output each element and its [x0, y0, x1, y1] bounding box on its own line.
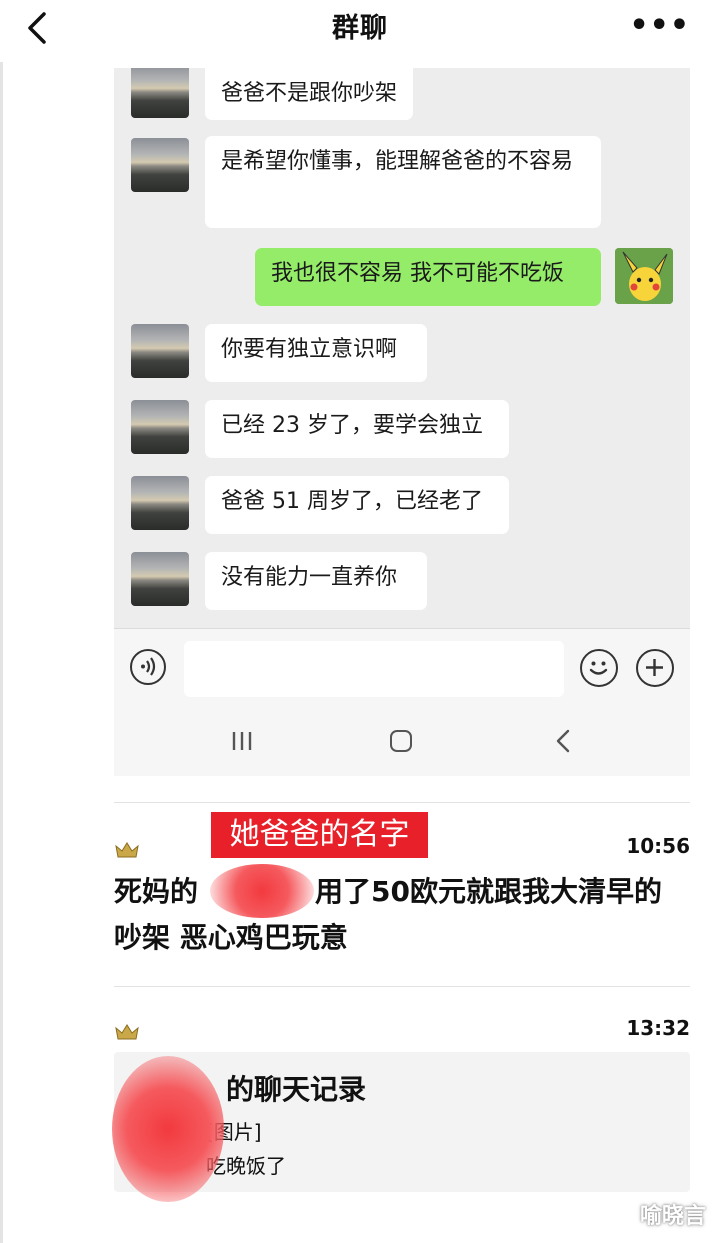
- message-time: 10:56: [626, 834, 690, 858]
- father-avatar: [131, 400, 189, 454]
- voice-input-icon[interactable]: [130, 649, 166, 685]
- divider: [114, 986, 690, 987]
- message-bubble: 是希望你懂事，能理解爸爸的不容易: [205, 136, 601, 228]
- message-input-bar: [114, 628, 690, 711]
- father-avatar: [131, 476, 189, 530]
- more-options-icon[interactable]: •••: [629, 8, 690, 43]
- chat-title: 群聊: [332, 13, 388, 44]
- message-text-line: 死妈的 用了50欧元就跟我大清早的: [114, 866, 704, 918]
- crown-icon: [115, 842, 139, 858]
- message-text-line: 吵架 恶心鸡巴玩意: [114, 921, 348, 954]
- redaction-scribble: [112, 1056, 224, 1202]
- home-icon[interactable]: [390, 730, 412, 752]
- annotation-label: 她爸爸的名字: [211, 812, 428, 858]
- message-bubble: 你要有独立意识啊: [205, 324, 427, 382]
- add-icon[interactable]: [636, 649, 674, 687]
- father-avatar: [131, 552, 189, 606]
- message-text-suffix: 用了50欧元就跟我大清早的: [315, 875, 662, 908]
- card-title: 的聊天记录: [226, 1073, 367, 1106]
- message-bubble: 爸爸不是跟你吵架: [205, 68, 413, 120]
- message-input[interactable]: [184, 641, 564, 697]
- message-text-prefix: 死妈的: [114, 875, 199, 908]
- divider: [0, 62, 3, 1243]
- father-avatar: [131, 324, 189, 378]
- emoji-icon[interactable]: [580, 649, 618, 687]
- nav-back-icon[interactable]: [554, 728, 572, 754]
- father-avatar: [131, 138, 189, 192]
- embedded-chat-screenshot: 爸爸不是跟你吵架 是希望你懂事，能理解爸爸的不容易 我也很不容易 我不可能不吃饭…: [114, 68, 690, 628]
- message-bubble: 已经 23 岁了，要学会独立: [205, 400, 509, 458]
- redaction-scribble: [210, 864, 314, 918]
- chat-header: 群聊 •••: [0, 0, 720, 62]
- recent-apps-icon[interactable]: [230, 730, 254, 752]
- father-avatar: [131, 68, 189, 118]
- pikachu-avatar-icon: [615, 248, 673, 304]
- message-bubble: 爸爸 51 周岁了，已经老了: [205, 476, 509, 534]
- divider: [114, 802, 690, 803]
- message-time: 13:32: [626, 1016, 690, 1040]
- android-nav-bar: [114, 710, 690, 776]
- watermark: 喻晓言: [639, 1204, 706, 1229]
- message-bubble: 没有能力一直养你: [205, 552, 427, 610]
- my-message-bubble: 我也很不容易 我不可能不吃饭: [255, 248, 601, 306]
- crown-icon: [115, 1024, 139, 1040]
